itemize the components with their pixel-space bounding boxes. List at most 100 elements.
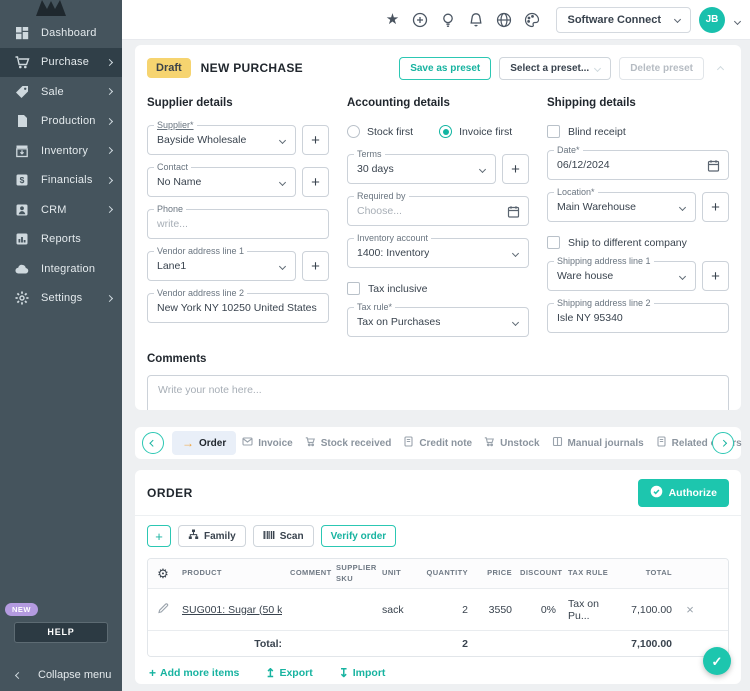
supplier-select[interactable]: Supplier* Bayside Wholesale — [147, 125, 296, 155]
sidebar-item-crm[interactable]: CRM — [0, 195, 122, 225]
sidebar-item-reports[interactable]: Reports — [0, 225, 122, 255]
shipping-details-heading: Shipping details — [547, 97, 729, 109]
edit-pencil-icon[interactable] — [157, 601, 169, 618]
add-contact-button[interactable]: + — [302, 167, 329, 197]
total-label: Total: — [178, 638, 286, 650]
sidebar-item-financials[interactable]: $ Financials — [0, 166, 122, 196]
tab-label: Credit note — [419, 438, 472, 449]
table-row: SUG001: Sugar (50 kg sa... sack 2 3550 0… — [148, 589, 728, 631]
sidebar-item-production[interactable]: Production — [0, 107, 122, 137]
shipping-date-input[interactable]: Date* 06/12/2024 — [547, 150, 729, 180]
save-as-preset-button[interactable]: Save as preset — [399, 57, 491, 80]
sidebar-item-dashboard[interactable]: Dashboard — [0, 18, 122, 48]
contact-select[interactable]: Contact No Name — [147, 167, 296, 197]
sidebar: Dashboard Purchase Sale Production Inven… — [0, 0, 122, 691]
help-button[interactable]: HELP — [14, 622, 108, 643]
check-circle-icon — [650, 485, 663, 501]
theme-palette-icon[interactable] — [522, 10, 542, 30]
add-shipping-address-button[interactable]: + — [702, 261, 729, 291]
column-settings-gear-icon[interactable]: ⚙ — [157, 566, 169, 581]
inventory-account-select[interactable]: Inventory account 1400: Inventory — [347, 238, 529, 268]
vendor-address1-select[interactable]: Vendor address line 1 Lane1 — [147, 251, 296, 281]
tab-label: Invoice — [258, 438, 292, 449]
app-logo-icon — [0, 0, 122, 16]
phone-input[interactable]: Phone write... — [147, 209, 329, 239]
tab-stock-received[interactable]: Stock received — [299, 430, 398, 456]
add-item-button[interactable]: + — [147, 525, 171, 547]
vendor-address2-input[interactable]: Vendor address line 2 New York NY 10250 … — [147, 293, 329, 323]
add-terms-button[interactable]: + — [502, 154, 529, 184]
product-link[interactable]: SUG001: Sugar (50 kg sa... — [182, 604, 282, 616]
sidebar-item-integration[interactable]: Integration — [0, 254, 122, 284]
collapse-section-button[interactable] — [712, 59, 729, 77]
phone-placeholder: write... — [157, 218, 188, 230]
chevron-down-icon — [279, 263, 286, 270]
remove-row-icon[interactable]: × — [686, 602, 694, 617]
user-menu-chevron[interactable] — [733, 11, 742, 29]
add-vendor-address-button[interactable]: + — [302, 251, 329, 281]
workspace-select[interactable]: Software Connect — [556, 7, 691, 33]
cell-discount: 0% — [516, 604, 560, 616]
stock-first-label: Stock first — [367, 126, 413, 138]
delete-preset-button[interactable]: Delete preset — [619, 57, 704, 80]
tab-unstock[interactable]: Unstock — [478, 430, 545, 456]
sidebar-item-purchase[interactable]: Purchase — [0, 48, 122, 78]
chevron-down-icon — [679, 273, 686, 280]
add-location-button[interactable]: + — [702, 192, 729, 222]
authorize-button[interactable]: Authorize — [638, 479, 729, 507]
vendor-address1-label: Vendor address line 1 — [154, 246, 247, 256]
shipping-address2-input[interactable]: Shipping address line 2 Isle NY 95340 — [547, 303, 729, 333]
tab-manual-journals[interactable]: Manual journals — [546, 430, 650, 456]
notifications-bell-icon[interactable] — [466, 10, 486, 30]
tab-invoice[interactable]: Invoice — [236, 430, 298, 456]
location-select[interactable]: Location* Main Warehouse — [547, 192, 696, 222]
add-more-items-link[interactable]: + Add more items — [149, 667, 239, 679]
terms-select[interactable]: Terms 30 days — [347, 154, 496, 184]
comments-textarea[interactable] — [147, 375, 729, 410]
svg-text:$: $ — [19, 175, 24, 185]
shipping-address1-select[interactable]: Shipping address line 1 Ware house — [547, 261, 696, 291]
app: Dashboard Purchase Sale Production Inven… — [0, 0, 750, 691]
user-avatar[interactable]: JB — [699, 7, 725, 33]
select-preset-dropdown[interactable]: Select a preset... — [499, 57, 611, 80]
export-icon: ↥ — [265, 667, 275, 679]
order-arrow-icon: → — [182, 437, 194, 449]
export-link[interactable]: ↥ Export — [265, 667, 312, 679]
col-total: TOTAL — [616, 568, 676, 578]
tax-rule-label: Tax rule* — [354, 302, 395, 312]
tab-label: Manual journals — [568, 438, 644, 449]
tax-inclusive-checkbox[interactable]: Tax inclusive — [347, 282, 529, 295]
collapse-menu-button[interactable]: Collapse menu — [0, 669, 122, 681]
import-link[interactable]: ↧ Import — [339, 667, 386, 679]
plus-icon: + — [149, 667, 156, 679]
globe-icon[interactable] — [494, 10, 514, 30]
tab-credit-note[interactable]: Credit note — [397, 430, 478, 456]
gear-icon — [13, 290, 30, 307]
invoice-first-radio[interactable]: Invoice first — [439, 125, 512, 138]
blind-receipt-checkbox[interactable]: Blind receipt — [547, 125, 729, 138]
tax-rule-select[interactable]: Tax rule* Tax on Purchases — [347, 307, 529, 337]
tab-order[interactable]: → Order — [172, 431, 236, 455]
col-tax-rule: TAX RULE — [560, 568, 616, 578]
favorites-star-icon[interactable]: ★ — [382, 10, 402, 30]
scan-button[interactable]: Scan — [253, 525, 314, 547]
confirm-fab-button[interactable]: ✓ — [703, 647, 731, 675]
cloud-icon — [13, 260, 30, 277]
invoice-first-label: Invoice first — [459, 126, 512, 138]
family-button[interactable]: Family — [178, 525, 246, 547]
tabs-scroll-left-button[interactable] — [142, 432, 164, 454]
sidebar-item-settings[interactable]: Settings — [0, 284, 122, 314]
sidebar-item-sale[interactable]: Sale — [0, 77, 122, 107]
add-circle-icon[interactable] — [410, 10, 430, 30]
sidebar-item-inventory[interactable]: Inventory — [0, 136, 122, 166]
ship-different-company-checkbox[interactable]: Ship to different company — [547, 236, 729, 249]
required-by-date-input[interactable]: Required by Choose... — [347, 196, 529, 226]
add-supplier-button[interactable]: + — [302, 125, 329, 155]
verify-order-button[interactable]: Verify order — [321, 525, 397, 547]
sidebar-item-label: Production — [41, 115, 107, 127]
stock-first-radio[interactable]: Stock first — [347, 125, 413, 138]
lightbulb-icon[interactable] — [438, 10, 458, 30]
tabs-scroll-right-button[interactable] — [712, 432, 734, 454]
family-label: Family — [204, 531, 236, 542]
phone-label: Phone — [154, 204, 186, 214]
